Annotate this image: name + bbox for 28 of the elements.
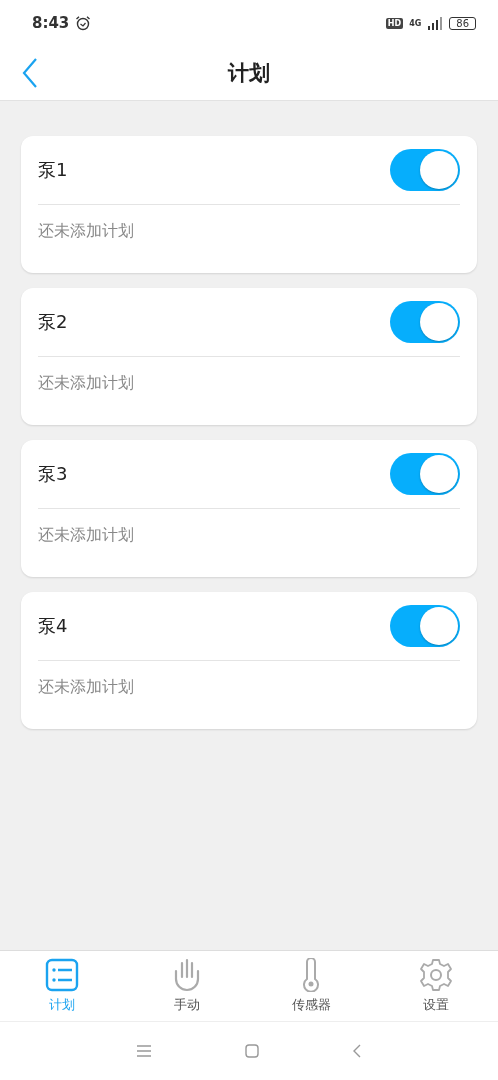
back-nav-icon[interactable] [353, 1044, 361, 1058]
tab-item[interactable]: 设置 [373, 951, 498, 1021]
plan-status: 还未添加计划 [38, 373, 135, 394]
battery-indicator: 86 [449, 16, 476, 30]
toggle-switch[interactable] [390, 301, 460, 343]
toggle-switch[interactable] [390, 453, 460, 495]
back-icon[interactable] [22, 58, 38, 88]
plan-status: 还未添加计划 [38, 221, 135, 242]
menu-icon[interactable] [137, 1045, 151, 1057]
plan-status: 还未添加计划 [38, 525, 135, 546]
tab-item[interactable]: 手动 [124, 951, 249, 1021]
tab-item[interactable]: 传感器 [249, 951, 374, 1021]
pump-name: 泵4 [38, 614, 68, 638]
status-time: 8:43 [32, 14, 70, 32]
toggle-switch[interactable] [390, 149, 460, 191]
pump-name: 泵2 [38, 310, 68, 334]
alarm-clock-icon [75, 15, 92, 31]
settings-icon [418, 958, 453, 992]
hd-badge: HD [385, 17, 404, 29]
network-label: 4G [409, 18, 422, 28]
signal-icon [427, 16, 444, 30]
home-icon[interactable] [245, 1044, 259, 1058]
plan-status: 还未添加计划 [38, 677, 135, 698]
pump-name: 泵1 [38, 158, 68, 182]
page-title: 计划 [228, 60, 270, 87]
pump-name: 泵3 [38, 462, 68, 486]
toggle-switch[interactable] [390, 605, 460, 647]
list-icon [45, 958, 80, 992]
